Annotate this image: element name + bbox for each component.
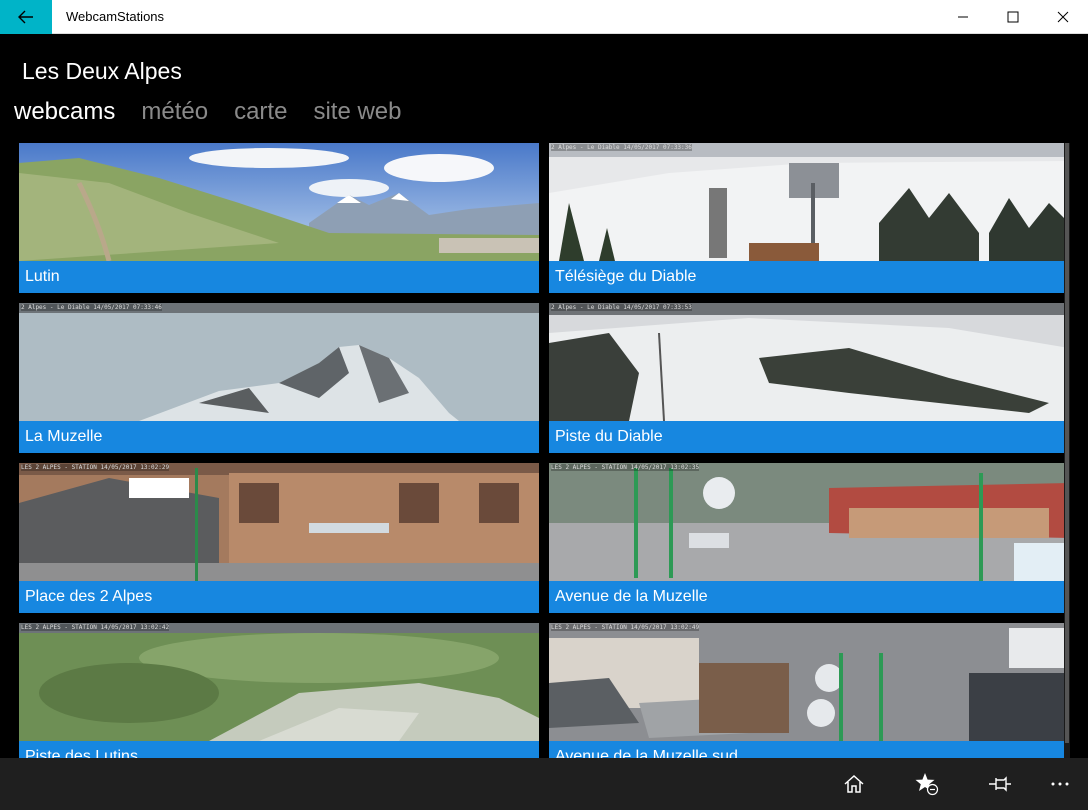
webcam-timestamp: LES 2 ALPES - STATION 14/05/2017 13:02:3… [551, 464, 700, 471]
close-button[interactable] [1038, 0, 1088, 34]
webcam-tile[interactable]: 2 Alpes - Le Diable 14/05/2017 07:33:36 … [549, 143, 1069, 293]
back-arrow-icon [18, 10, 33, 23]
home-icon [844, 774, 864, 793]
webcam-tile[interactable]: Lutin [19, 143, 539, 293]
pin-button[interactable] [986, 770, 1014, 798]
favorite-button[interactable] [913, 770, 941, 798]
tab-webcams[interactable]: webcams [14, 98, 115, 126]
scrollbar[interactable] [1064, 143, 1070, 758]
window-controls [938, 0, 1088, 34]
webcam-image: LES 2 ALPES - STATION 14/05/2017 13:02:4… [549, 623, 1069, 741]
webcam-caption: Avenue de la Muzelle [549, 581, 1069, 613]
webcam-caption: Piste du Diable [549, 421, 1069, 453]
window-title: WebcamStations [66, 9, 165, 24]
webcam-tile[interactable]: 2 Alpes - Le Diable 14/05/2017 07:33:46 … [19, 303, 539, 453]
webcam-image: LES 2 ALPES - STATION 14/05/2017 13:02:3… [549, 463, 1069, 581]
minimize-button[interactable] [938, 0, 988, 34]
webcam-caption: Place des 2 Alpes [19, 581, 539, 613]
webcam-image: 2 Alpes - Le Diable 14/05/2017 07:33:36 [549, 143, 1069, 261]
webcam-caption: Avenue de la Muzelle sud [549, 741, 1069, 758]
webcam-image: 2 Alpes - Le Diable 14/05/2017 07:33:53 [549, 303, 1069, 421]
webcam-timestamp: LES 2 ALPES - STATION 14/05/2017 13:02:4… [21, 624, 170, 631]
webcam-caption: Piste des Lutins [19, 741, 539, 758]
webcam-tile[interactable]: LES 2 ALPES - STATION 14/05/2017 13:02:2… [19, 463, 539, 613]
webcam-timestamp: 2 Alpes - Le Diable 14/05/2017 07:33:36 [551, 144, 692, 151]
webcam-image: 2 Alpes - Le Diable 14/05/2017 07:33:46 [19, 303, 539, 421]
pin-icon [989, 776, 1011, 792]
webcam-grid: Lutin 2 Alpes - Le Diable 14/05/2017 07:… [19, 143, 1069, 758]
webcam-caption: La Muzelle [19, 421, 539, 453]
webcam-timestamp: LES 2 ALPES - STATION 14/05/2017 13:02:2… [21, 464, 170, 471]
maximize-icon [1007, 11, 1019, 23]
close-icon [1057, 11, 1069, 23]
tab-carte[interactable]: carte [234, 98, 287, 126]
webcam-caption: Télésiège du Diable [549, 261, 1069, 293]
scrollbar-thumb[interactable] [1065, 143, 1069, 743]
webcam-caption: Lutin [19, 261, 539, 293]
back-button[interactable] [0, 0, 52, 34]
webcam-tile[interactable]: 2 Alpes - Le Diable 14/05/2017 07:33:53 … [549, 303, 1069, 453]
webcam-tile[interactable]: LES 2 ALPES - STATION 14/05/2017 13:02:4… [19, 623, 539, 758]
favorite-star-icon [915, 773, 939, 796]
webcam-tile[interactable]: LES 2 ALPES - STATION 14/05/2017 13:02:3… [549, 463, 1069, 613]
title-bar: WebcamStations [0, 0, 1088, 34]
webcam-timestamp: 2 Alpes - Le Diable 14/05/2017 07:33:53 [551, 304, 692, 311]
webcam-timestamp: 2 Alpes - Le Diable 14/05/2017 07:33:46 [21, 304, 162, 311]
home-button[interactable] [840, 770, 868, 798]
tab-meteo[interactable]: météo [141, 98, 208, 126]
webcam-tile[interactable]: LES 2 ALPES - STATION 14/05/2017 13:02:4… [549, 623, 1069, 758]
page-title: Les Deux Alpes [22, 58, 182, 84]
webcam-timestamp: LES 2 ALPES - STATION 14/05/2017 13:02:4… [551, 624, 700, 631]
more-button[interactable] [1046, 770, 1074, 798]
webcam-image: LES 2 ALPES - STATION 14/05/2017 13:02:2… [19, 463, 539, 581]
pivot-tabs: webcams météo carte site web [14, 98, 401, 126]
maximize-button[interactable] [988, 0, 1038, 34]
webcam-image: LES 2 ALPES - STATION 14/05/2017 13:02:4… [19, 623, 539, 741]
webcam-image [19, 143, 539, 261]
more-icon [1051, 782, 1069, 786]
tab-site-web[interactable]: site web [313, 98, 401, 126]
minimize-icon [958, 16, 968, 18]
command-bar [0, 758, 1088, 810]
